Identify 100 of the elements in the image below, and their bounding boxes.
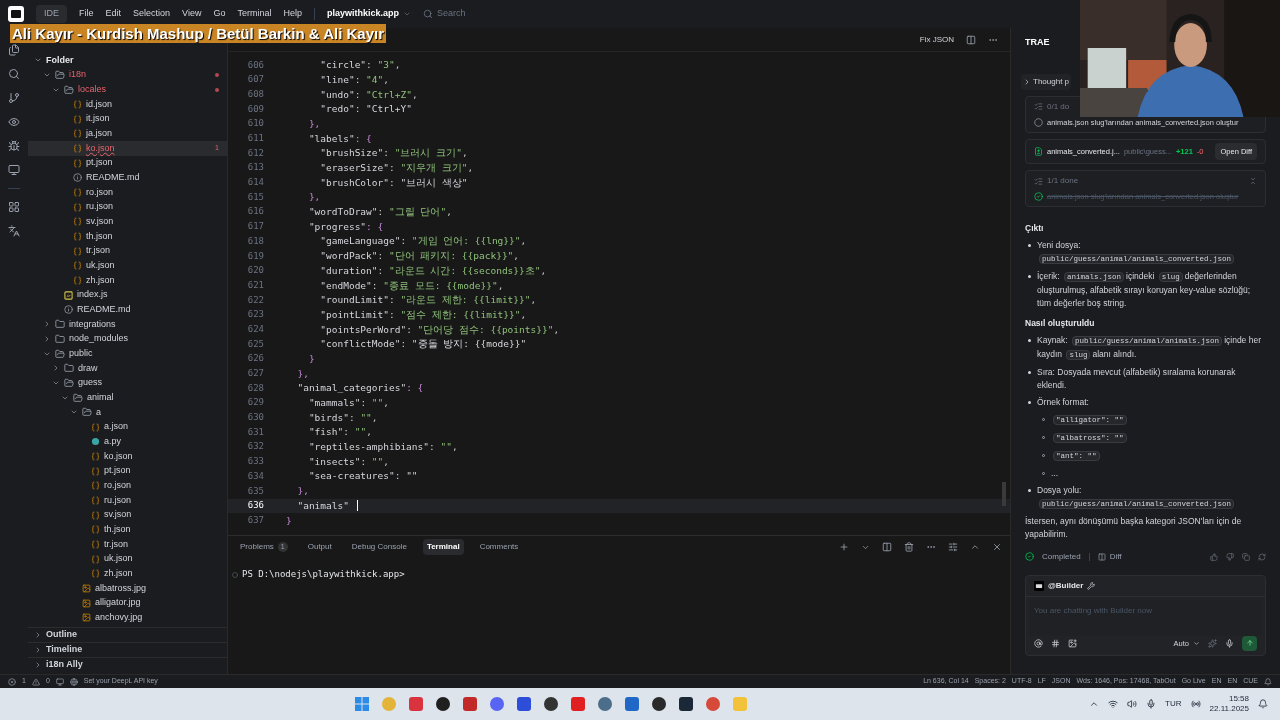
fix-json-button[interactable]: Fix JSON bbox=[919, 33, 954, 46]
section-header[interactable]: i18n Ally bbox=[28, 657, 227, 672]
section-header[interactable]: Outline bbox=[28, 627, 227, 642]
tree-item[interactable]: anchovy.jpg bbox=[28, 610, 227, 626]
tree-item[interactable]: a.json bbox=[28, 419, 227, 435]
tree-item[interactable]: pt.json bbox=[28, 463, 227, 479]
menu-item[interactable]: Help bbox=[283, 7, 302, 21]
menu-item[interactable]: Go bbox=[213, 7, 226, 21]
tree-item[interactable]: sv.json bbox=[28, 507, 227, 523]
menu-item[interactable]: View bbox=[182, 7, 202, 21]
tree-item[interactable]: zh.json bbox=[28, 566, 227, 582]
network-icon[interactable] bbox=[1108, 699, 1119, 709]
clock-time[interactable]: 15:58 bbox=[1228, 694, 1249, 704]
tree-item[interactable]: id.json bbox=[28, 97, 227, 112]
tree-item[interactable]: sv.json bbox=[28, 214, 227, 230]
notification-icon[interactable] bbox=[1258, 699, 1268, 709]
status-label: Completed bbox=[1042, 550, 1081, 563]
project-dropdown[interactable]: playwithkick.app bbox=[327, 7, 411, 21]
language-indicator[interactable]: TUR bbox=[1165, 698, 1182, 710]
braces-icon bbox=[73, 143, 82, 153]
tree-item[interactable]: ru.json bbox=[28, 199, 227, 215]
broadcast-icon[interactable] bbox=[1190, 699, 1201, 709]
eye-icon[interactable] bbox=[8, 116, 20, 128]
tree-item[interactable]: guess bbox=[28, 375, 227, 391]
clock-date[interactable]: 22.11.2025 bbox=[1209, 704, 1249, 714]
tree-item[interactable]: tr.json bbox=[28, 537, 227, 552]
tree-item[interactable]: ru.json bbox=[28, 493, 227, 508]
branch-icon[interactable] bbox=[8, 92, 20, 104]
panel-tab[interactable]: Output bbox=[303, 539, 336, 555]
image-icon[interactable] bbox=[1068, 638, 1077, 648]
thumbs-up-icon[interactable] bbox=[1210, 552, 1218, 561]
thought-toggle[interactable]: Thought p bbox=[1021, 73, 1072, 90]
refresh-icon[interactable] bbox=[1258, 552, 1266, 561]
tree-item[interactable]: zh.json bbox=[28, 273, 227, 288]
tree-item[interactable]: tr.json bbox=[28, 243, 227, 259]
tree-item[interactable]: i18n bbox=[28, 67, 227, 83]
menu-item[interactable]: Terminal bbox=[237, 7, 272, 21]
tree-item[interactable]: a bbox=[28, 405, 227, 420]
panel-tab[interactable]: Comments bbox=[475, 539, 523, 555]
search-field[interactable]: Search bbox=[423, 7, 723, 21]
tree-item[interactable]: Folder bbox=[28, 53, 227, 68]
microphone-icon[interactable] bbox=[1146, 699, 1157, 709]
mention-icon[interactable] bbox=[1034, 638, 1043, 648]
section-header[interactable]: Timeline bbox=[28, 642, 227, 657]
files-icon[interactable] bbox=[8, 44, 20, 56]
bug-icon[interactable] bbox=[8, 140, 20, 152]
tree-item[interactable]: uk.json bbox=[28, 258, 227, 274]
diff-button[interactable]: Diff bbox=[1097, 550, 1122, 563]
tree-item[interactable]: uk.json bbox=[28, 551, 227, 567]
tree-item[interactable]: a.py bbox=[28, 434, 227, 450]
extensions-icon[interactable] bbox=[8, 201, 20, 213]
tree-item[interactable]: locales bbox=[28, 82, 227, 97]
tree-item[interactable]: README.md bbox=[28, 170, 227, 186]
tree-item[interactable]: ro.json bbox=[28, 478, 227, 494]
tree-item[interactable]: alligator.jpg bbox=[28, 595, 227, 611]
folder-icon bbox=[64, 84, 74, 95]
volume-icon[interactable] bbox=[1127, 699, 1138, 709]
tree-item[interactable]: ko.json bbox=[28, 449, 227, 464]
windows-logo-icon[interactable] bbox=[353, 696, 370, 712]
tree-item[interactable]: draw bbox=[28, 361, 227, 376]
tree-item[interactable]: README.md bbox=[28, 302, 227, 318]
bell-icon[interactable] bbox=[1264, 677, 1272, 686]
panel-tab[interactable]: Debug Console bbox=[347, 539, 411, 555]
split-icon[interactable] bbox=[882, 542, 892, 552]
file-name: th.json bbox=[104, 523, 131, 537]
tree-item[interactable]: ja.json bbox=[28, 126, 227, 142]
monitor-icon[interactable] bbox=[8, 164, 20, 176]
panel-tab[interactable]: Terminal bbox=[422, 539, 464, 555]
close-icon[interactable] bbox=[992, 542, 1002, 552]
tree-item[interactable]: ro.json bbox=[28, 185, 227, 200]
tree-item[interactable]: integrations bbox=[28, 317, 227, 332]
hash-icon[interactable] bbox=[1051, 638, 1060, 648]
tree-item[interactable]: pt.json bbox=[28, 155, 227, 171]
tree-item[interactable]: albatross.jpg bbox=[28, 581, 227, 596]
tree-item[interactable]: index.js bbox=[28, 287, 227, 303]
menu-item[interactable]: File bbox=[79, 7, 94, 21]
chevron-icon[interactable] bbox=[1089, 699, 1100, 709]
tree-item[interactable]: public bbox=[28, 346, 227, 362]
file-name: public bbox=[69, 347, 93, 360]
file-name: index.js bbox=[77, 288, 108, 302]
bullet-icon bbox=[1028, 338, 1031, 342]
sliders-icon[interactable] bbox=[948, 542, 958, 552]
chevron-icon[interactable] bbox=[970, 542, 980, 552]
braces-icon bbox=[91, 481, 100, 491]
split-icon[interactable] bbox=[966, 34, 976, 45]
microphone-icon[interactable] bbox=[1225, 638, 1234, 648]
thumbs-down-icon[interactable] bbox=[1226, 552, 1234, 561]
tree-item[interactable]: it.json bbox=[28, 111, 227, 127]
tree-item[interactable]: animal bbox=[28, 390, 227, 406]
translate-icon[interactable] bbox=[8, 225, 20, 237]
braces-icon bbox=[91, 451, 100, 461]
tree-item[interactable]: th.json bbox=[28, 229, 227, 244]
tree-item[interactable]: node_modules bbox=[28, 331, 227, 347]
add-icon[interactable] bbox=[839, 542, 849, 552]
trash-icon[interactable] bbox=[904, 542, 914, 552]
tree-item[interactable]: th.json bbox=[28, 522, 227, 538]
menu-item[interactable]: Edit bbox=[105, 7, 122, 21]
tools-icon bbox=[1087, 581, 1096, 590]
search-icon[interactable] bbox=[8, 68, 20, 80]
menu-item[interactable]: Selection bbox=[133, 7, 171, 21]
